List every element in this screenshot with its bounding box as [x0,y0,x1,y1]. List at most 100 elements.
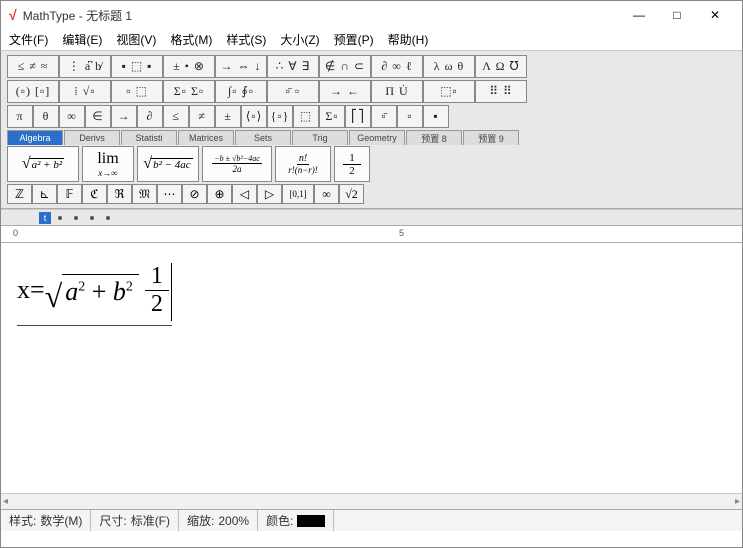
sym-leq[interactable]: ≤ [163,105,189,128]
sm-m[interactable]: 𝔐 [132,184,157,204]
sym-operators[interactable]: ± • ⊗ [163,55,215,78]
template-row: a² + b² limx→∞ b² − 4ac −b ± √b²−4ac2a n… [7,146,736,182]
tabstop-bar: t [1,209,742,225]
tab-preset-8[interactable]: 预置 8 [406,130,462,145]
symbol-row-3: π θ ∞ ∈ → ∂ ≤ ≠ ± ⟨▫⟩ {▫} ⬚ Σ▫ ⎡⎤ ▫̄ ▫ ▪ [7,105,736,128]
status-zoom[interactable]: 缩放:200% [179,510,258,531]
tpl-products[interactable]: Π U̇ [371,80,423,103]
tab-preset-9[interactable]: 预置 9 [463,130,519,145]
status-bar: 样式:数学(M) 尺寸:标准(F) 缩放:200% 颜色: [1,509,742,531]
sm-z[interactable]: ℤ [7,184,32,204]
sm-dots[interactable]: ⋯ [157,184,182,204]
sym-elem[interactable]: ∈ [85,105,111,128]
close-button[interactable]: ✕ [696,3,734,27]
sym-arrow[interactable]: → [111,105,137,128]
status-style[interactable]: 样式:数学(M) [1,510,91,531]
tab-algebra[interactable]: Algebra [7,130,63,145]
tpl-mat[interactable]: ⎡⎤ [345,105,371,128]
tabstop-dot-icon[interactable] [58,216,62,220]
tpl-fences[interactable]: (▫) [▫] [7,80,59,103]
tpl-roots[interactable]: ⁞ √▫ [59,80,111,103]
sym-misc[interactable]: ∂ ∞ ℓ [371,55,423,78]
sym-decor[interactable]: ⋮ a͆ b̸ [59,55,111,78]
sm-c[interactable]: ℭ [82,184,107,204]
menu-style[interactable]: 样式(S) [226,31,266,48]
tpl-arrows[interactable]: → ← [319,80,371,103]
tpl-matrix[interactable]: ⬚▫ [423,80,475,103]
sm-circslash[interactable]: ⊘ [182,184,207,204]
status-size[interactable]: 尺寸:标准(F) [91,510,179,531]
sm-interval[interactable]: [0,1] [282,184,314,204]
sm-f[interactable]: 𝔽 [57,184,82,204]
ruler[interactable]: 0 5 [1,225,742,243]
tabstop-dot-icon[interactable] [74,216,78,220]
equation-editor[interactable]: x= √ a2 + b2 1 2 [1,243,742,493]
ruler-mark-5: 5 [399,228,404,238]
sym-relations[interactable]: ≤ ≠ ≈ [7,55,59,78]
sm-sqrt2[interactable]: √2 [339,184,364,204]
menu-edit[interactable]: 编辑(E) [62,31,102,48]
tab-matrices[interactable]: Matrices [178,130,234,145]
menu-view[interactable]: 视图(V) [116,31,156,48]
tab-sets[interactable]: Sets [235,130,291,145]
tpl-sum2[interactable]: Σ▫ [319,105,345,128]
sym-infty[interactable]: ∞ [59,105,85,128]
tabstop-dot-icon[interactable] [106,216,110,220]
menu-file[interactable]: 文件(F) [9,31,48,48]
sm-inf[interactable]: ∞ [314,184,339,204]
tpl-dot[interactable]: ▪ [423,105,449,128]
menu-preset[interactable]: 预置(P) [334,31,374,48]
horizontal-scrollbar[interactable]: ◂▸ [1,493,742,509]
template-sqrt-disc[interactable]: b² − 4ac [137,146,199,182]
template-lim[interactable]: limx→∞ [82,146,134,182]
tpl-brace[interactable]: {▫} [267,105,293,128]
equation[interactable]: x= √ a2 + b2 1 2 [17,261,172,326]
tpl-integral[interactable]: ∫▫ ∮▫ [215,80,267,103]
tpl-angle[interactable]: ⟨▫⟩ [241,105,267,128]
menu-size[interactable]: 大小(Z) [280,31,319,48]
sm-angle[interactable]: ⊾ [32,184,57,204]
menu-help[interactable]: 帮助(H) [388,31,429,48]
sym-set[interactable]: ∉ ∩ ⊂ [319,55,371,78]
sm-oplus[interactable]: ⊕ [207,184,232,204]
sm-r[interactable]: ℜ [107,184,132,204]
tpl-boxes[interactable]: ⠿ ⠿ [475,80,527,103]
tabstop-icon[interactable]: t [39,212,51,224]
tab-trig[interactable]: Trig [292,130,348,145]
sym-partial[interactable]: ∂ [137,105,163,128]
menu-format[interactable]: 格式(M) [170,31,212,48]
sym-theta[interactable]: θ [33,105,59,128]
sm-tri-r[interactable]: ▷ [257,184,282,204]
ruler-mark-0: 0 [13,228,18,238]
symbol-row-1: ≤ ≠ ≈ ⋮ a͆ b̸ ▪ ⬚ ▪ ± • ⊗ → ⇔ ↓ ∴ ∀ ∃ ∉ … [7,55,736,78]
tab-derivs[interactable]: Derivs [64,130,120,145]
sym-pi[interactable]: π [7,105,33,128]
template-quadratic[interactable]: −b ± √b²−4ac2a [202,146,272,182]
sym-neq[interactable]: ≠ [189,105,215,128]
eq-fraction: 1 2 [145,263,169,318]
sym-pm[interactable]: ± [215,105,241,128]
tab-statisti[interactable]: Statisti [121,130,177,145]
tab-geometry[interactable]: Geometry [349,130,405,145]
tpl-bar[interactable]: ▫̄ [371,105,397,128]
template-sqrt-a2b2[interactable]: a² + b² [7,146,79,182]
sym-arrows[interactable]: → ⇔ ↓ [215,55,267,78]
tpl-sum[interactable]: Σ▫ Σ▫ [163,80,215,103]
sym-greek-up[interactable]: Λ Ω ℧ [475,55,527,78]
tpl-box[interactable]: ⬚ [293,105,319,128]
template-half[interactable]: 12 [334,146,370,182]
sym-logic[interactable]: ∴ ∀ ∃ [267,55,319,78]
tpl-overbar[interactable]: ▫̄ ▫ [267,80,319,103]
tpl-sq[interactable]: ▫ [397,105,423,128]
template-combination[interactable]: n!r!(n−r)! [275,146,331,182]
minimize-button[interactable]: — [620,3,658,27]
sm-tri-l[interactable]: ◁ [232,184,257,204]
sym-greek-low[interactable]: λ ω θ [423,55,475,78]
maximize-button[interactable]: □ [658,3,696,27]
category-tabs: Algebra Derivs Statisti Matrices Sets Tr… [7,130,736,145]
window-title: MathType - 无标题 1 [23,7,620,24]
status-color[interactable]: 颜色: [258,510,334,531]
tabstop-dot-icon[interactable] [90,216,94,220]
tpl-subsup[interactable]: ▫ ⬚ [111,80,163,103]
sym-spaces[interactable]: ▪ ⬚ ▪ [111,55,163,78]
